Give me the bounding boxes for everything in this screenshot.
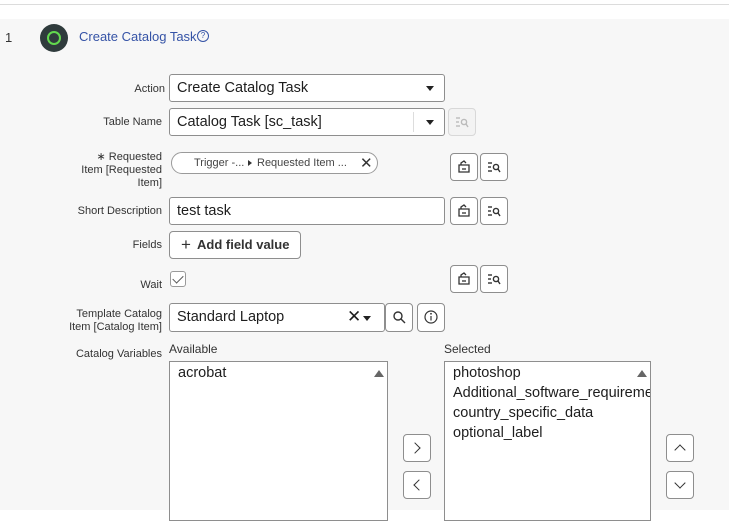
pill-segment-requested-item: Requested Item ...	[257, 157, 347, 169]
script-icon	[458, 204, 470, 217]
table-name-label: Table Name	[103, 116, 162, 128]
table-name-data-pill-picker-button	[448, 108, 476, 136]
list-item[interactable]: Additional_software_requirements	[445, 383, 650, 403]
wait-checkbox[interactable]	[170, 271, 186, 287]
template-catalog-item-info-button[interactable]	[417, 303, 445, 332]
data-pill-picker-icon	[488, 206, 501, 217]
list-item[interactable]: country_specific_data	[445, 403, 650, 423]
requested-item-script-button[interactable]	[450, 153, 478, 181]
scroll-up-icon[interactable]	[374, 370, 384, 377]
script-icon	[458, 160, 470, 173]
chevron-down-icon	[426, 120, 434, 125]
catalog-variables-label: Catalog Variables	[75, 348, 162, 360]
chevron-down-icon	[363, 316, 371, 321]
table-name-select[interactable]: Catalog Task [sc_task]	[169, 108, 445, 136]
info-icon	[424, 310, 438, 324]
data-pill-picker-icon	[488, 162, 501, 173]
clear-icon[interactable]: ✕	[347, 304, 361, 330]
wait-data-pill-picker-button[interactable]	[480, 265, 508, 293]
required-indicator: ∗	[96, 151, 106, 163]
template-catalog-item-label: Template Catalog Item [Catalog Item]	[69, 308, 162, 333]
action-label: Action	[134, 83, 165, 95]
data-pill-picker-icon	[456, 117, 469, 128]
short-description-input[interactable]: test task	[169, 197, 445, 225]
table-name-value: Catalog Task [sc_task]	[177, 114, 322, 130]
close-icon[interactable]: ✕	[360, 154, 373, 172]
scroll-up-icon[interactable]	[637, 370, 647, 377]
short-description-script-button[interactable]	[450, 197, 478, 225]
template-catalog-item-search-button[interactable]	[385, 303, 413, 332]
caret-right-icon	[248, 160, 252, 166]
search-icon	[393, 311, 406, 324]
action-logo-icon	[40, 24, 68, 52]
data-pill-picker-icon	[488, 274, 501, 285]
list-item[interactable]: optional_label	[445, 423, 650, 443]
action-select[interactable]: Create Catalog Task	[169, 74, 445, 102]
chevron-left-icon	[413, 479, 425, 491]
plus-icon: +	[181, 235, 191, 254]
template-catalog-item-select[interactable]: Standard Laptop ✕	[169, 303, 385, 332]
list-item[interactable]: acrobat	[170, 362, 387, 383]
chevron-down-icon	[674, 477, 686, 489]
wait-script-button[interactable]	[450, 265, 478, 293]
pill-segment-trigger: Trigger -...	[194, 157, 245, 169]
move-right-button[interactable]	[403, 434, 431, 462]
move-down-button[interactable]	[666, 471, 694, 499]
script-icon	[458, 272, 470, 285]
move-left-button[interactable]	[403, 471, 431, 499]
move-up-button[interactable]	[666, 434, 694, 462]
requested-item-label: ∗ Requested Item [Requested Item]	[81, 151, 162, 189]
requested-item-data-pill[interactable]: Trigger -... Requested Item ... ✕	[171, 152, 378, 174]
requested-item-data-pill-picker-button[interactable]	[480, 153, 508, 181]
chevron-right-icon	[409, 442, 421, 454]
step-number: 1	[5, 30, 13, 45]
short-description-data-pill-picker-button[interactable]	[480, 197, 508, 225]
checkmark-icon	[172, 272, 184, 284]
available-variables-list[interactable]: acrobat	[169, 361, 388, 521]
list-item[interactable]: photoshop	[445, 362, 650, 383]
fields-label: Fields	[132, 239, 162, 251]
chevron-down-icon	[426, 86, 434, 91]
selected-header: Selected	[444, 342, 491, 356]
short-description-label: Short Description	[77, 205, 162, 217]
help-icon[interactable]: ?	[197, 30, 209, 42]
wait-label: Wait	[140, 279, 162, 291]
chevron-up-icon	[674, 444, 686, 456]
add-field-value-button[interactable]: + Add field value	[169, 231, 301, 259]
step-title[interactable]: Create Catalog Task	[79, 29, 197, 44]
available-header: Available	[169, 342, 218, 356]
template-catalog-item-value: Standard Laptop	[177, 309, 285, 325]
action-value: Create Catalog Task	[177, 80, 309, 96]
top-divider	[0, 0, 729, 5]
selected-variables-list[interactable]: photoshop Additional_software_requiremen…	[444, 361, 651, 521]
